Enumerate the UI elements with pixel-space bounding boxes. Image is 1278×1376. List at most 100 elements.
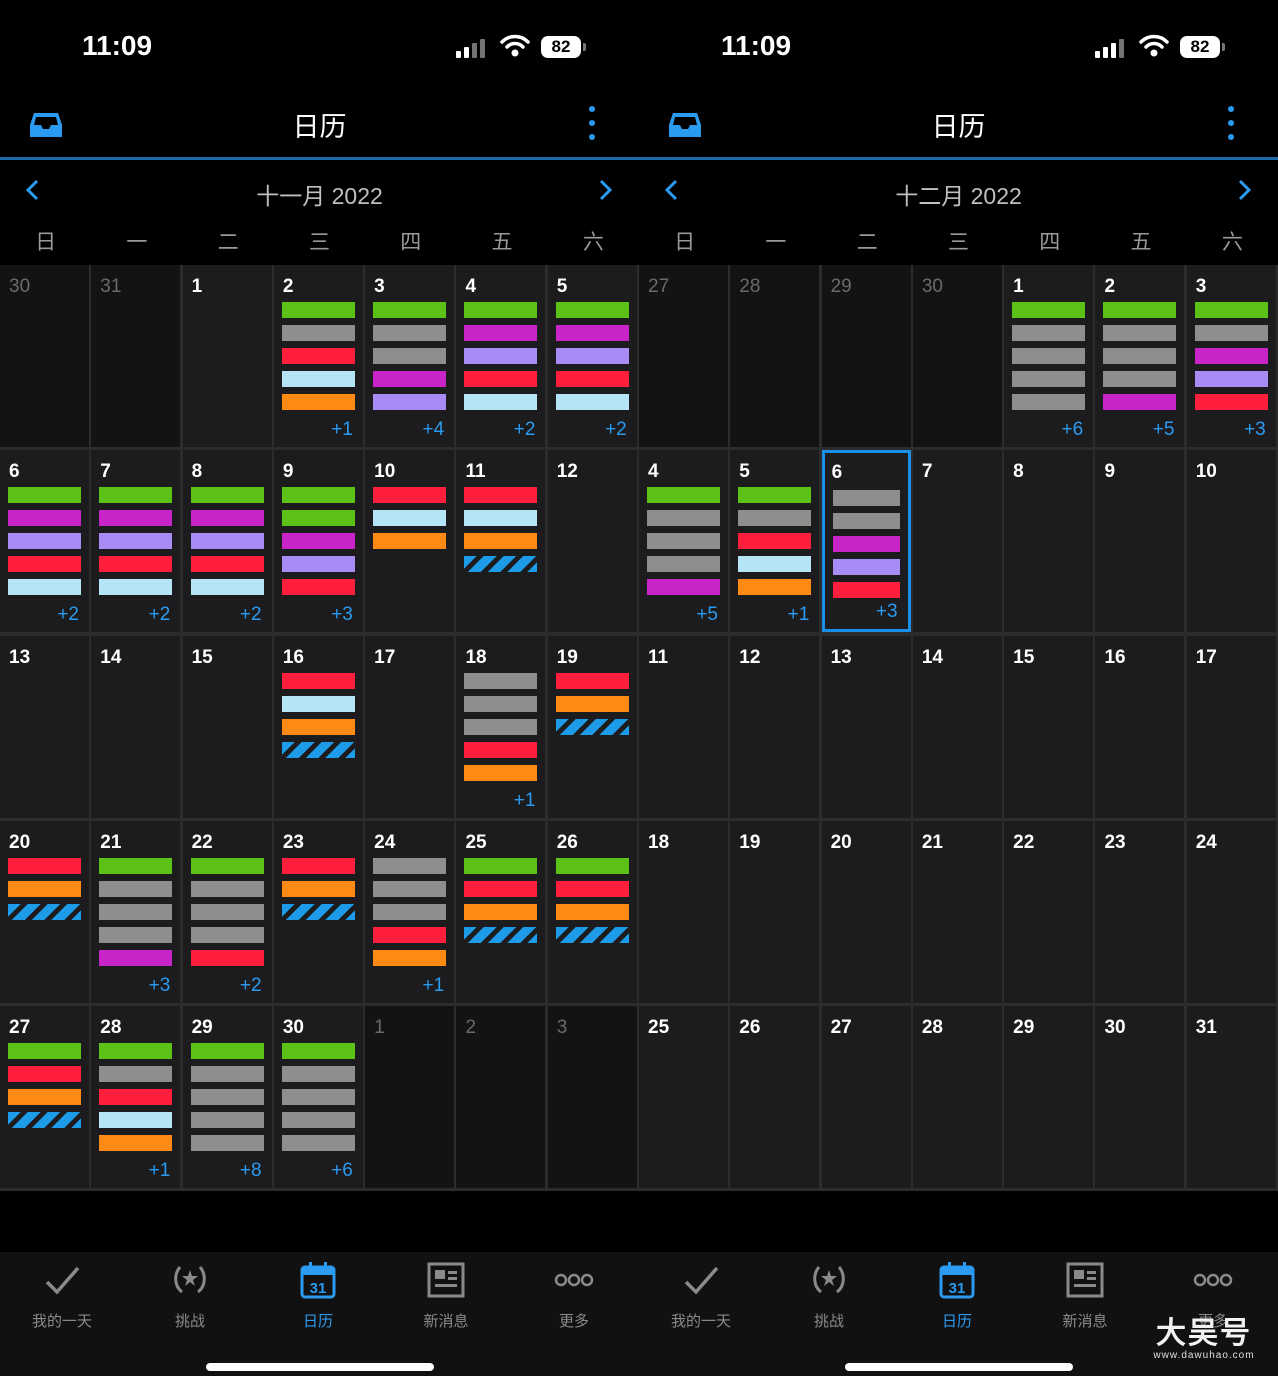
tab-check[interactable]: 我的一天 <box>639 1252 765 1342</box>
day-cell[interactable]: 29 <box>1004 1006 1094 1189</box>
chevron-right-icon[interactable] <box>590 175 620 205</box>
day-cell[interactable]: 15 <box>1004 635 1094 818</box>
day-cell[interactable]: 8 <box>1004 450 1094 633</box>
battery-icon: 82 <box>541 36 581 58</box>
day-cell[interactable]: 3 <box>547 1006 637 1189</box>
more-vertical-icon[interactable] <box>582 103 602 143</box>
day-cell[interactable]: 9 +3 <box>273 450 363 633</box>
day-cell[interactable]: 16 <box>273 635 363 818</box>
day-cell[interactable]: 13 <box>821 635 911 818</box>
status-time: 11:09 <box>82 30 153 61</box>
day-number: 8 <box>1013 461 1024 483</box>
day-number: 9 <box>282 461 294 483</box>
day-cell[interactable]: 17 <box>365 635 455 818</box>
day-cell[interactable]: 6 +3 <box>821 450 911 633</box>
day-cell[interactable]: 31 <box>91 265 181 447</box>
tab-news[interactable]: 新消息 <box>1021 1252 1149 1342</box>
day-cell[interactable]: 23 <box>273 820 363 1003</box>
day-cell[interactable]: 7 +2 <box>91 450 181 633</box>
day-cell[interactable]: 1 <box>182 265 272 447</box>
day-cell[interactable]: 2 +5 <box>1095 265 1185 447</box>
day-cell[interactable]: 18 +1 <box>456 635 546 818</box>
tab-laurel[interactable]: 挑战 <box>765 1252 893 1342</box>
day-cell[interactable]: 25 <box>639 1006 728 1189</box>
chevron-right-icon[interactable] <box>1229 175 1259 205</box>
day-cell[interactable]: 24 +1 <box>365 820 455 1003</box>
event-bar-gray <box>464 718 538 735</box>
home-indicator[interactable] <box>206 1363 434 1371</box>
day-cell[interactable]: 24 <box>1186 820 1276 1003</box>
day-cell[interactable]: 26 <box>547 820 637 1003</box>
day-cell[interactable]: 8 +2 <box>182 450 272 633</box>
day-cell[interactable]: 31 <box>1186 1006 1276 1189</box>
day-cell[interactable]: 23 <box>1095 820 1185 1003</box>
day-cell[interactable]: 10 <box>1186 450 1276 633</box>
day-cell[interactable]: 6 +2 <box>0 450 89 633</box>
day-cell[interactable]: 15 <box>182 635 272 818</box>
day-cell[interactable]: 5 +1 <box>730 450 820 633</box>
weekday-label: 四 <box>400 231 422 254</box>
day-cell[interactable]: 19 <box>547 635 637 818</box>
day-number: 20 <box>9 831 31 853</box>
day-cell[interactable]: 30 <box>1095 1006 1185 1189</box>
day-cell[interactable]: 16 <box>1095 635 1185 818</box>
day-cell[interactable]: 10 <box>365 450 455 633</box>
day-cell[interactable]: 18 <box>639 820 728 1003</box>
day-cell[interactable]: 19 <box>730 820 820 1003</box>
day-cell[interactable]: 26 <box>730 1006 820 1189</box>
weekday-label: 二 <box>217 231 239 254</box>
day-cell[interactable]: 14 <box>91 635 181 818</box>
day-cell[interactable]: 3 +3 <box>1186 265 1276 447</box>
tab-calendar[interactable]: 31 日历 <box>254 1252 382 1342</box>
day-cell[interactable]: 25 <box>456 820 546 1003</box>
more-vertical-icon[interactable] <box>1221 103 1241 143</box>
day-cell[interactable]: 28 +1 <box>91 1006 181 1189</box>
day-cell[interactable]: 4 +5 <box>639 450 728 633</box>
day-cell[interactable]: 2 <box>456 1006 546 1189</box>
day-cell[interactable]: 27 <box>639 265 728 447</box>
day-cell[interactable]: 22 +2 <box>182 820 272 1003</box>
tab-laurel[interactable]: 挑战 <box>126 1252 254 1342</box>
day-cell[interactable]: 3 +4 <box>365 265 455 447</box>
day-number: 1 <box>191 276 203 297</box>
day-cell[interactable]: 9 <box>1095 450 1185 633</box>
day-cell[interactable]: 20 <box>0 820 89 1003</box>
day-cell[interactable]: 14 <box>912 635 1002 818</box>
tab-more-dots[interactable]: 更多 <box>510 1252 638 1342</box>
day-cell[interactable]: 29 <box>821 265 911 447</box>
event-bar-lightblue <box>281 371 355 387</box>
day-cell[interactable]: 5 +2 <box>547 265 637 447</box>
day-cell[interactable]: 1 <box>365 1006 455 1189</box>
day-cell[interactable]: 17 <box>1186 635 1276 818</box>
day-cell[interactable]: 27 <box>821 1006 911 1189</box>
day-cell[interactable]: 30 <box>0 265 89 447</box>
day-cell[interactable]: 28 <box>912 1006 1002 1189</box>
tab-news[interactable]: 新消息 <box>382 1252 510 1342</box>
more-events-count: +5 <box>1152 419 1175 440</box>
day-cell[interactable]: 27 <box>0 1006 89 1189</box>
day-cell[interactable]: 28 <box>730 265 820 447</box>
page-title: 日历 <box>931 112 986 142</box>
day-number: 16 <box>282 646 304 668</box>
event-bar-lightblue <box>99 1112 173 1129</box>
event-bar-gray <box>281 325 355 341</box>
day-cell[interactable]: 1 +6 <box>1004 265 1094 447</box>
day-cell[interactable]: 4 +2 <box>456 265 546 447</box>
home-indicator[interactable] <box>845 1363 1073 1371</box>
day-cell[interactable]: 11 <box>639 635 728 818</box>
tab-calendar[interactable]: 31 日历 <box>893 1252 1021 1342</box>
day-cell[interactable]: 12 <box>547 450 637 633</box>
day-cell[interactable]: 20 <box>821 820 911 1003</box>
day-cell[interactable]: 7 <box>912 450 1002 633</box>
day-cell[interactable]: 22 <box>1004 820 1094 1003</box>
day-cell[interactable]: 13 <box>0 635 89 818</box>
day-cell[interactable]: 21 +3 <box>91 820 181 1003</box>
tab-check[interactable]: 我的一天 <box>0 1252 126 1342</box>
day-cell[interactable]: 11 <box>456 450 546 633</box>
day-cell[interactable]: 12 <box>730 635 820 818</box>
day-cell[interactable]: 29 +8 <box>182 1006 272 1189</box>
day-cell[interactable]: 30 +6 <box>273 1006 363 1189</box>
day-cell[interactable]: 2 +1 <box>273 265 363 447</box>
day-cell[interactable]: 30 <box>912 265 1002 447</box>
day-cell[interactable]: 21 <box>912 820 1002 1003</box>
